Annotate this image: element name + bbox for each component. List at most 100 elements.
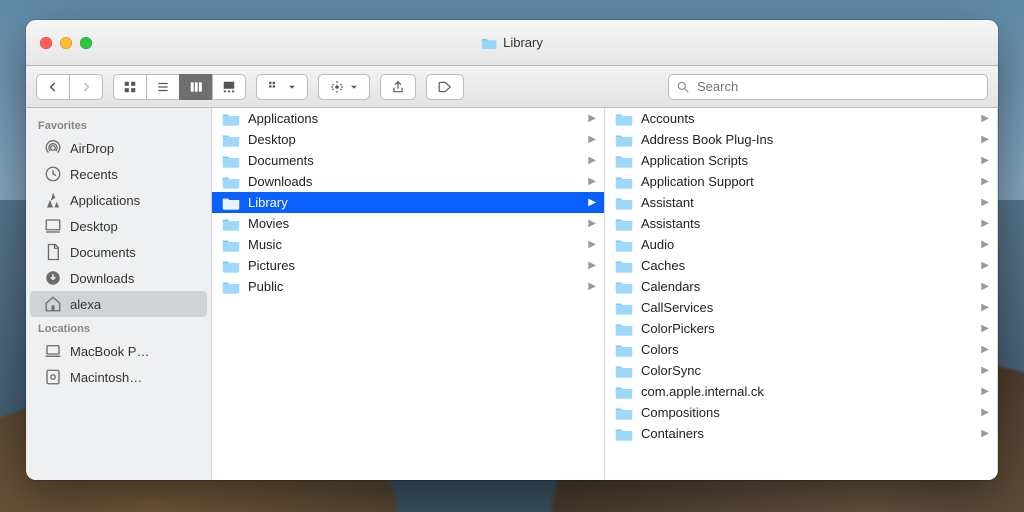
chevron-right-icon: ▶: [588, 281, 596, 292]
folder-row[interactable]: Accounts▶: [605, 108, 997, 129]
column-0: Applications▶Desktop▶Documents▶Downloads…: [212, 108, 605, 480]
folder-name: Caches: [641, 258, 685, 273]
folder-row[interactable]: Music▶: [212, 234, 604, 255]
view-gallery-button[interactable]: [212, 74, 246, 100]
folder-row[interactable]: CallServices▶: [605, 297, 997, 318]
folder-icon: [222, 133, 240, 147]
tags-button[interactable]: [426, 74, 464, 100]
folder-row[interactable]: Containers ▶: [605, 423, 997, 444]
folder-icon: [615, 280, 633, 294]
folder-name: Documents: [248, 153, 314, 168]
folder-row[interactable]: Assistant▶: [605, 192, 997, 213]
folder-row[interactable]: Assistants▶: [605, 213, 997, 234]
desktop-icon: [44, 217, 62, 235]
sidebar-section-header: Favorites: [26, 114, 211, 135]
folder-row[interactable]: Downloads▶: [212, 171, 604, 192]
minimize-window-button[interactable]: [60, 37, 72, 49]
folder-name: com.apple.internal.ck: [641, 384, 764, 399]
folder-row[interactable]: ColorPickers▶: [605, 318, 997, 339]
folder-row[interactable]: Caches▶: [605, 255, 997, 276]
folder-icon: [615, 154, 633, 168]
folder-row[interactable]: Pictures▶: [212, 255, 604, 276]
folder-row[interactable]: Address Book Plug-Ins▶: [605, 129, 997, 150]
chevron-right-icon: ▶: [981, 428, 989, 439]
close-window-button[interactable]: [40, 37, 52, 49]
sidebar-item-label: Recents: [70, 167, 118, 182]
view-icon-button[interactable]: [113, 74, 147, 100]
folder-name: Assistants: [641, 216, 700, 231]
window-controls: [26, 37, 92, 49]
search-field[interactable]: [668, 74, 988, 100]
back-button[interactable]: [36, 74, 70, 100]
folder-icon: [615, 133, 633, 147]
sidebar-item-label: Macintosh…: [70, 370, 142, 385]
folder-name: Audio: [641, 237, 674, 252]
folder-icon: [615, 175, 633, 189]
sidebar-item-desktop[interactable]: Desktop: [30, 213, 207, 239]
folder-name: Calendars: [641, 279, 700, 294]
view-mode-buttons: [113, 74, 246, 100]
folder-icon: [222, 259, 240, 273]
chevron-right-icon: ▶: [588, 239, 596, 250]
folder-name: CallServices: [641, 300, 713, 315]
share-button[interactable]: [380, 74, 416, 100]
folder-row[interactable]: Desktop▶: [212, 129, 604, 150]
folder-name: Application Scripts: [641, 153, 748, 168]
folder-name: Containers: [641, 426, 704, 441]
download-icon: [44, 269, 62, 287]
group-by-button[interactable]: [256, 74, 308, 100]
folder-icon: [615, 217, 633, 231]
folder-row[interactable]: Applications▶: [212, 108, 604, 129]
sidebar-item-macbook-p-[interactable]: MacBook P…: [30, 338, 207, 364]
folder-row[interactable]: Public▶: [212, 276, 604, 297]
toolbar: [26, 66, 998, 108]
finder-body: FavoritesAirDrop Recents Applications Deskt…: [26, 108, 998, 480]
sidebar-item-airdrop[interactable]: AirDrop: [30, 135, 207, 161]
chevron-right-icon: ▶: [588, 260, 596, 271]
sidebar-item-applications[interactable]: Applications: [30, 187, 207, 213]
folder-icon: [615, 112, 633, 126]
folder-row[interactable]: Application Support▶: [605, 171, 997, 192]
folder-name: Application Support: [641, 174, 754, 189]
folder-icon: [615, 259, 633, 273]
folder-icon: [615, 427, 633, 441]
folder-row[interactable]: Calendars▶: [605, 276, 997, 297]
forward-button[interactable]: [69, 74, 103, 100]
view-list-button[interactable]: [146, 74, 180, 100]
folder-name: Library: [248, 195, 288, 210]
sidebar-item-label: alexa: [70, 297, 101, 312]
search-input[interactable]: [668, 74, 988, 100]
chevron-right-icon: ▶: [588, 134, 596, 145]
folder-icon: [222, 112, 240, 126]
folder-icon: [615, 364, 633, 378]
folder-row[interactable]: ColorSync▶: [605, 360, 997, 381]
folder-row[interactable]: Library▶: [212, 192, 604, 213]
window-title: Library: [481, 35, 543, 51]
folder-name: Colors: [641, 342, 679, 357]
folder-row[interactable]: Colors▶: [605, 339, 997, 360]
zoom-window-button[interactable]: [80, 37, 92, 49]
view-column-button[interactable]: [179, 74, 213, 100]
folder-row[interactable]: Documents▶: [212, 150, 604, 171]
sidebar-item-documents[interactable]: Documents: [30, 239, 207, 265]
folder-row[interactable]: Audio▶: [605, 234, 997, 255]
folder-row[interactable]: Movies▶: [212, 213, 604, 234]
folder-row[interactable]: Compositions▶: [605, 402, 997, 423]
home-icon: [44, 295, 62, 313]
sidebar-item-alexa[interactable]: alexa: [30, 291, 207, 317]
folder-icon: [615, 343, 633, 357]
folder-row[interactable]: Application Scripts ▶: [605, 150, 997, 171]
sidebar-item-label: Desktop: [70, 219, 118, 234]
chevron-right-icon: ▶: [981, 155, 989, 166]
window-title-text: Library: [503, 35, 543, 50]
folder-name: Downloads: [248, 174, 312, 189]
search-icon: [676, 80, 690, 94]
action-button[interactable]: [318, 74, 370, 100]
folder-icon: [615, 322, 633, 336]
sidebar-item-recents[interactable]: Recents: [30, 161, 207, 187]
folder-name: Movies: [248, 216, 289, 231]
folder-icon: [222, 238, 240, 252]
sidebar-item-downloads[interactable]: Downloads: [30, 265, 207, 291]
sidebar-item-macintosh-[interactable]: Macintosh…: [30, 364, 207, 390]
folder-row[interactable]: com.apple.internal.ck▶: [605, 381, 997, 402]
